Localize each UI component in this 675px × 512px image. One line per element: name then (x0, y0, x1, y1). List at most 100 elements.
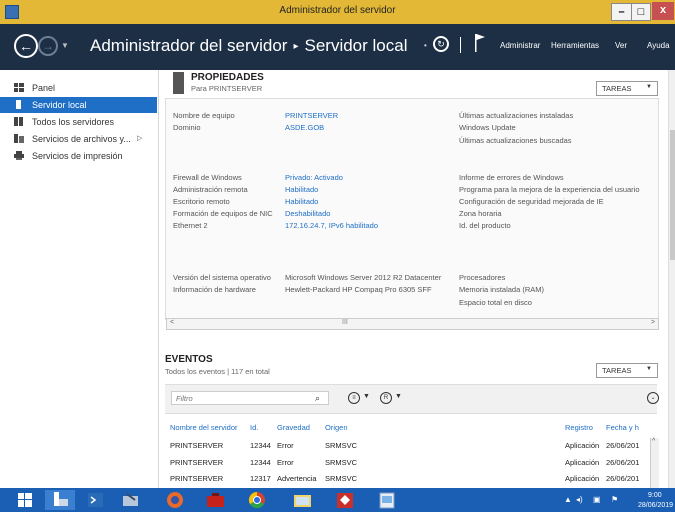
criteria-icon[interactable]: R (380, 392, 392, 404)
prop-value-hw-info: Hewlett-Packard HP Compaq Pro 6305 SFF (285, 285, 432, 294)
breadcrumb-root[interactable]: Administrador del servidor (90, 36, 287, 55)
sidebar-item-servicios-archivos[interactable]: Servicios de archivos y... ▷ (0, 131, 157, 147)
cell-severity: Error (277, 458, 294, 467)
col-header-severity[interactable]: Gravedad (277, 423, 310, 432)
server-manager-taskbar-icon[interactable] (45, 490, 75, 510)
prop-value-remote-admin[interactable]: Habilitado (285, 185, 318, 194)
close-button[interactable]: x (652, 2, 674, 20)
scroll-grip-icon[interactable]: III (342, 319, 348, 326)
prop-label-domain: Dominio (173, 123, 201, 132)
notifications-flag-icon[interactable] (475, 34, 485, 52)
prop-value-os-version: Microsoft Windows Server 2012 R2 Datacen… (285, 273, 442, 282)
col-header-id[interactable]: Id. (250, 423, 258, 432)
header-bar: ← → ▼ Administrador del servidor ▸ Servido… (0, 24, 675, 70)
cell-source: SRMSVC (325, 441, 358, 450)
prop-value-ethernet[interactable]: 172.16.24.7, IPv6 habilitado (285, 221, 378, 230)
chevron-down-icon: ▼ (646, 366, 652, 372)
chrome-icon[interactable] (242, 490, 272, 510)
network-icon[interactable]: ▣ (593, 495, 601, 504)
forward-arrow-icon[interactable]: → (38, 36, 58, 56)
menu-ayuda[interactable]: Ayuda (647, 41, 670, 50)
menu-herramientas[interactable]: Herramientas (551, 41, 599, 50)
maximize-button[interactable]: □ (631, 3, 651, 21)
volume-icon[interactable]: ◂) (576, 495, 583, 504)
cell-source: SRMSVC (325, 474, 358, 483)
scroll-left-icon[interactable]: < (170, 319, 174, 326)
sidebar-item-servicios-impresion[interactable]: Servicios de impresión (0, 148, 157, 164)
prop-label-windows-update: Windows Update (459, 123, 516, 132)
folder-icon[interactable] (287, 490, 317, 510)
properties-panel: Nombre de equipo PRINTSERVER Dominio ASD… (165, 98, 659, 320)
chevron-down-icon[interactable]: ▼ (363, 393, 370, 400)
cell-severity: Error (277, 441, 294, 450)
chevron-down-icon[interactable]: ▼ (395, 393, 402, 400)
col-header-date[interactable]: Fecha y h (606, 423, 639, 432)
prop-value-domain[interactable]: ASDE.GOB (285, 123, 324, 132)
firefox-icon[interactable] (160, 490, 190, 510)
cell-date: 26/06/201 (606, 458, 640, 467)
cell-id: 12317 (250, 474, 271, 483)
properties-tasks-dropdown[interactable]: TAREAS ▼ (596, 81, 658, 96)
image-viewer-icon[interactable] (372, 490, 402, 510)
tasks-label: TAREAS (602, 84, 632, 93)
cell-id: 12344 (250, 458, 271, 467)
prop-label-ie-esc: Configuración de seguridad mejorada de I… (459, 197, 604, 206)
menu-ver[interactable]: Ver (615, 41, 627, 50)
col-header-source[interactable]: Origen (325, 423, 348, 432)
app-diamond-icon[interactable] (330, 490, 360, 510)
search-icon[interactable]: ⌕ (315, 393, 320, 404)
cell-server: PRINTSERVER (170, 458, 224, 467)
action-center-flag-icon[interactable]: ⚑ (611, 495, 618, 504)
clock-date[interactable]: 28/06/2019 (638, 502, 673, 509)
window-title-bar[interactable]: Administrador del servidor – □ x (0, 0, 675, 24)
expand-chevron-icon[interactable]: ⌄ (647, 392, 659, 404)
prop-value-computer-name[interactable]: PRINTSERVER (285, 111, 338, 120)
server-icon (16, 100, 21, 109)
dashboard-icon (14, 83, 24, 92)
query-options-icon[interactable]: ≡ (348, 392, 360, 404)
cell-source: SRMSVC (325, 458, 358, 467)
properties-horizontal-scrollbar[interactable]: < III > (166, 318, 659, 330)
refresh-dropdown-icon[interactable]: • (424, 41, 427, 50)
sidebar-item-servidor-local[interactable]: Servidor local (0, 97, 157, 113)
events-tasks-dropdown[interactable]: TAREAS ▼ (596, 363, 658, 378)
powershell-icon[interactable] (80, 490, 110, 510)
prop-label-updates-searched: Últimas actualizaciones buscadas (459, 136, 572, 145)
sidebar: Panel Servidor local Todos los servidore… (0, 70, 157, 488)
main-vertical-scrollbar[interactable] (668, 70, 675, 488)
clock-time[interactable]: 9:00 (648, 492, 662, 499)
menu-administrar[interactable]: Administrar (500, 41, 540, 50)
prop-label-computer-name: Nombre de equipo (173, 111, 235, 120)
chevron-down-icon: ▼ (646, 84, 652, 90)
start-windows-icon[interactable] (10, 490, 40, 510)
sidebar-item-label: Todos los servidores (32, 117, 115, 127)
toolbox-icon[interactable] (200, 490, 230, 510)
refresh-icon[interactable]: ↻ (433, 36, 449, 52)
nav-history-dropdown-icon[interactable]: ▼ (61, 41, 69, 50)
expand-chevron-icon[interactable]: ▷ (137, 134, 142, 142)
filter-input[interactable] (171, 391, 329, 405)
events-vertical-scrollbar[interactable]: ^ (650, 438, 659, 488)
prop-label-hw-info: Información de hardware (173, 285, 256, 294)
scroll-up-icon[interactable]: ^ (652, 438, 655, 445)
file-explorer-icon[interactable] (115, 490, 145, 510)
events-filter-bar: ⌕ ≡ ▼ R ▼ ⌄ (165, 384, 659, 414)
prop-value-nic-teaming[interactable]: Deshabilitado (285, 209, 330, 218)
minimize-button[interactable]: – (611, 3, 632, 21)
back-arrow-icon[interactable]: ← (14, 34, 38, 58)
cell-id: 12344 (250, 441, 271, 450)
prop-value-firewall[interactable]: Privado: Activado (285, 173, 343, 182)
breadcrumb: Administrador del servidor ▸ Servidor loca… (90, 36, 408, 56)
prop-label-remote-admin: Administración remota (173, 185, 248, 194)
sidebar-item-panel[interactable]: Panel (0, 80, 157, 96)
col-header-log[interactable]: Registro (565, 423, 593, 432)
col-header-server[interactable]: Nombre del servidor (170, 423, 238, 432)
prop-value-remote-desktop[interactable]: Habilitado (285, 197, 318, 206)
sidebar-item-todos-servidores[interactable]: Todos los servidores (0, 114, 157, 130)
scrollbar-thumb[interactable] (670, 130, 675, 260)
prop-label-disk: Espacio total en disco (459, 298, 532, 307)
prop-label-os-version: Versión del sistema operativo (173, 273, 271, 282)
tray-arrow-icon[interactable]: ▲ (564, 495, 572, 504)
sidebar-item-label: Panel (32, 83, 56, 93)
scroll-right-icon[interactable]: > (651, 319, 655, 326)
